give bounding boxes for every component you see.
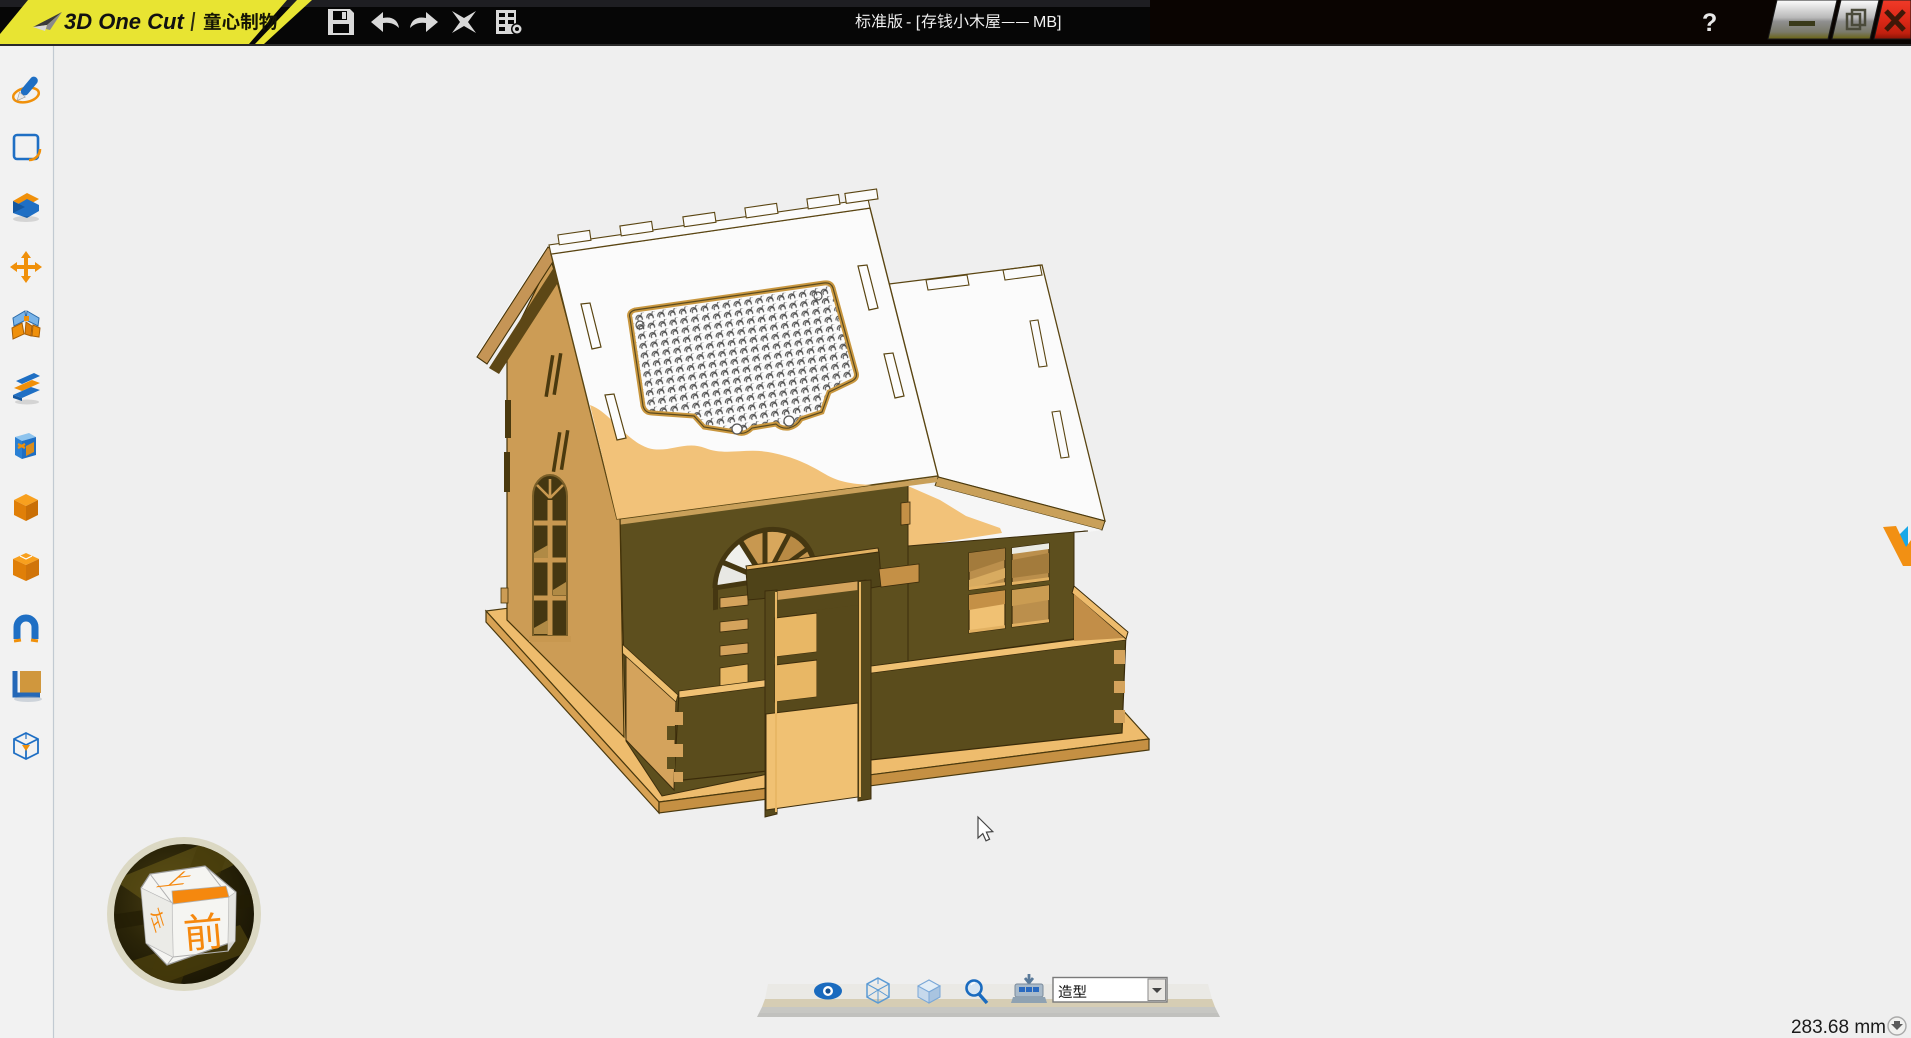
svg-text:?: ? (1702, 9, 1717, 37)
svg-text:283.68 mm: 283.68 mm (1791, 1017, 1886, 1038)
svg-text:3D One Cut: 3D One Cut (64, 9, 185, 34)
svg-text:- [: - [ (906, 14, 921, 31)
svg-text:MB]: MB] (1033, 14, 1061, 31)
